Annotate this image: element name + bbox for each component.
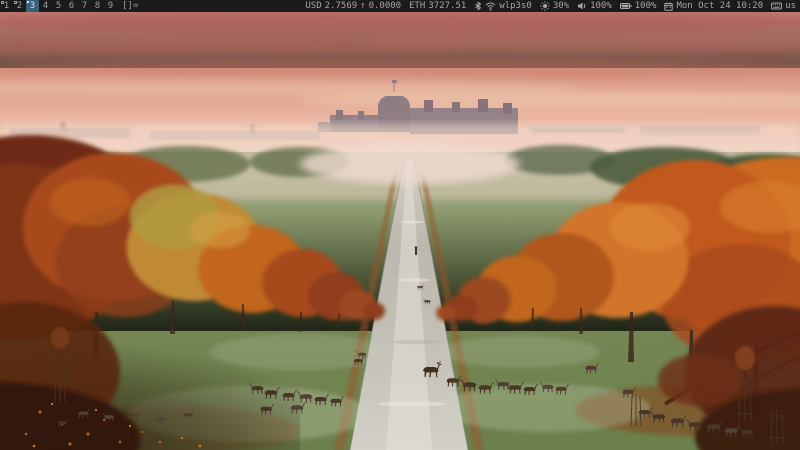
status-text-area: USD 2.7569 ↑ 0.0000 ETH 3727.51 wlp3s0 xyxy=(305,0,800,12)
workspace-tag-9[interactable]: 9 xyxy=(104,0,117,12)
tag-occupied-indicator xyxy=(1,1,4,4)
wifi-icon xyxy=(485,1,496,11)
status-battery: 100% xyxy=(620,0,657,12)
tag-label: 5 xyxy=(56,1,61,11)
status-clock: Mon Oct 24 10:20 xyxy=(664,0,763,12)
workspace-tag-2[interactable]: 2 xyxy=(13,0,26,12)
status-brightness: 30% xyxy=(540,0,569,12)
layout-symbol[interactable]: []= xyxy=(122,0,138,12)
tag-label: 1 xyxy=(4,1,9,11)
usd-price: 2.7569 xyxy=(325,0,358,12)
workspace-tag-5[interactable]: 5 xyxy=(52,0,65,12)
workspace-tag-3-selected[interactable]: 3 xyxy=(26,0,39,12)
volume-value: 100% xyxy=(590,0,612,12)
usd-change: 0.0000 xyxy=(369,0,402,12)
tag-label: 2 xyxy=(17,1,22,11)
status-keyboard-layout: us xyxy=(771,0,796,12)
status-volume: 100% xyxy=(577,0,612,12)
workspace-tag-6[interactable]: 6 xyxy=(65,0,78,12)
person-silhouette xyxy=(415,246,418,255)
status-usd: USD 2.7569 ↑ 0.0000 xyxy=(305,0,401,12)
wallpaper-image xyxy=(0,12,800,450)
workspace-tag-7[interactable]: 7 xyxy=(78,0,91,12)
status-eth: ETH 3727.51 xyxy=(409,0,466,12)
datetime-value: Mon Oct 24 10:20 xyxy=(676,0,763,12)
brightness-value: 30% xyxy=(553,0,569,12)
tag-label: 6 xyxy=(69,1,74,11)
battery-value: 100% xyxy=(635,0,657,12)
tag-label: 7 xyxy=(82,1,87,11)
status-network: wlp3s0 xyxy=(474,0,532,12)
usd-label: USD xyxy=(305,0,321,12)
eth-label: ETH xyxy=(409,0,425,12)
battery-icon xyxy=(620,2,632,10)
wifi-interface-label: wlp3s0 xyxy=(499,0,532,12)
workspace-tags: 1 2 3 4 5 6 7 8 9 xyxy=(0,0,117,12)
tag-label: 4 xyxy=(43,1,48,11)
tag-label: 3 xyxy=(30,1,35,11)
brightness-icon xyxy=(540,1,550,11)
workspace-tag-8[interactable]: 8 xyxy=(91,0,104,12)
tag-occupied-indicator xyxy=(14,1,17,4)
keyboard-layout-value: us xyxy=(785,0,796,12)
tag-label: 8 xyxy=(95,1,100,11)
desktop: 1 2 3 4 5 6 7 8 9 []= USD 2.7569 ↑ 0.000… xyxy=(0,0,800,450)
calendar-icon xyxy=(664,2,673,11)
keyboard-icon xyxy=(771,2,782,10)
workspace-tag-1[interactable]: 1 xyxy=(0,0,13,12)
tag-occupied-indicator xyxy=(27,1,29,3)
tag-label: 9 xyxy=(108,1,113,11)
bluetooth-icon xyxy=(474,1,482,11)
workspace-tag-4[interactable]: 4 xyxy=(39,0,52,12)
status-bar: 1 2 3 4 5 6 7 8 9 []= USD 2.7569 ↑ 0.000… xyxy=(0,0,800,12)
volume-icon xyxy=(577,1,587,11)
up-arrow-icon: ↑ xyxy=(360,0,365,12)
eth-price: 3727.51 xyxy=(428,0,466,12)
